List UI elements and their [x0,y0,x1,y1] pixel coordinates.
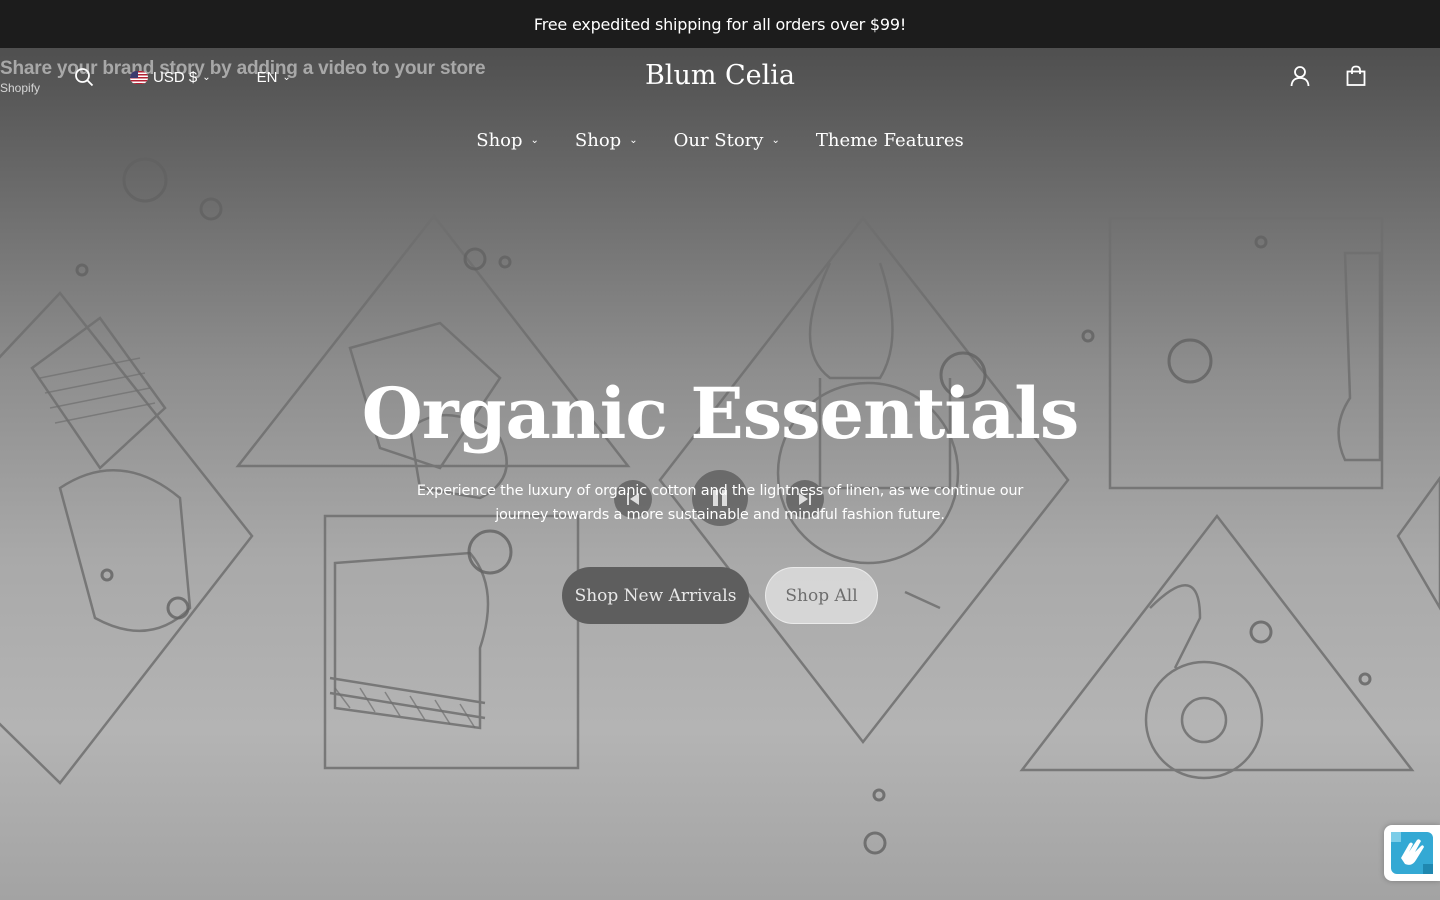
account-icon[interactable] [1288,64,1312,88]
hand-icon [1391,832,1433,874]
header-right-utilities [1288,64,1368,88]
chevron-down-icon: ⌄ [202,71,211,83]
accessibility-widget-button[interactable] [1384,825,1440,881]
language-selector[interactable]: EN ⌄ [257,69,291,86]
nav-item-label: Theme Features [815,130,964,151]
announcement-bar: Free expedited shipping for all orders o… [0,0,1440,48]
currency-selector[interactable]: USD $ ⌄ [130,69,211,86]
hero-title: Organic Essentials [361,372,1080,455]
main-navigation: Shop ⌄ Shop ⌄ Our Story ⌄ Theme Features [0,130,1440,151]
hero-subtitle: Experience the luxury of organic cotton … [416,483,1024,523]
nav-item-our-story[interactable]: Our Story ⌄ [674,130,780,151]
nav-item-shop[interactable]: Shop ⌄ [476,130,539,151]
chevron-down-icon: ⌄ [771,135,780,146]
currency-label: USD $ [153,68,198,86]
shop-all-label: Shop All [785,585,858,606]
cart-icon[interactable] [1344,64,1368,88]
language-label: EN [256,68,278,86]
shop-new-arrivals-label: Shop New Arrivals [574,585,737,606]
chevron-down-icon: ⌄ [282,71,291,83]
header-left-utilities: USD $ ⌄ EN ⌄ [72,62,291,92]
nav-item-label: Shop [476,130,523,151]
shop-new-arrivals-button[interactable]: Shop New Arrivals [562,567,749,624]
nav-item-label: Shop [574,130,622,151]
search-icon[interactable] [72,65,96,89]
nav-item-shop-2[interactable]: Shop ⌄ [575,130,638,151]
shop-all-button[interactable]: Shop All [765,567,878,624]
nav-item-label: Our Story [673,130,764,151]
us-flag-icon [130,70,148,84]
store-logo[interactable]: Blum Celia [645,60,795,91]
chevron-down-icon: ⌄ [530,135,539,146]
announcement-text: Free expedited shipping for all orders o… [533,14,907,34]
nav-item-theme-features[interactable]: Theme Features [816,130,964,151]
chevron-down-icon: ⌄ [629,135,638,146]
